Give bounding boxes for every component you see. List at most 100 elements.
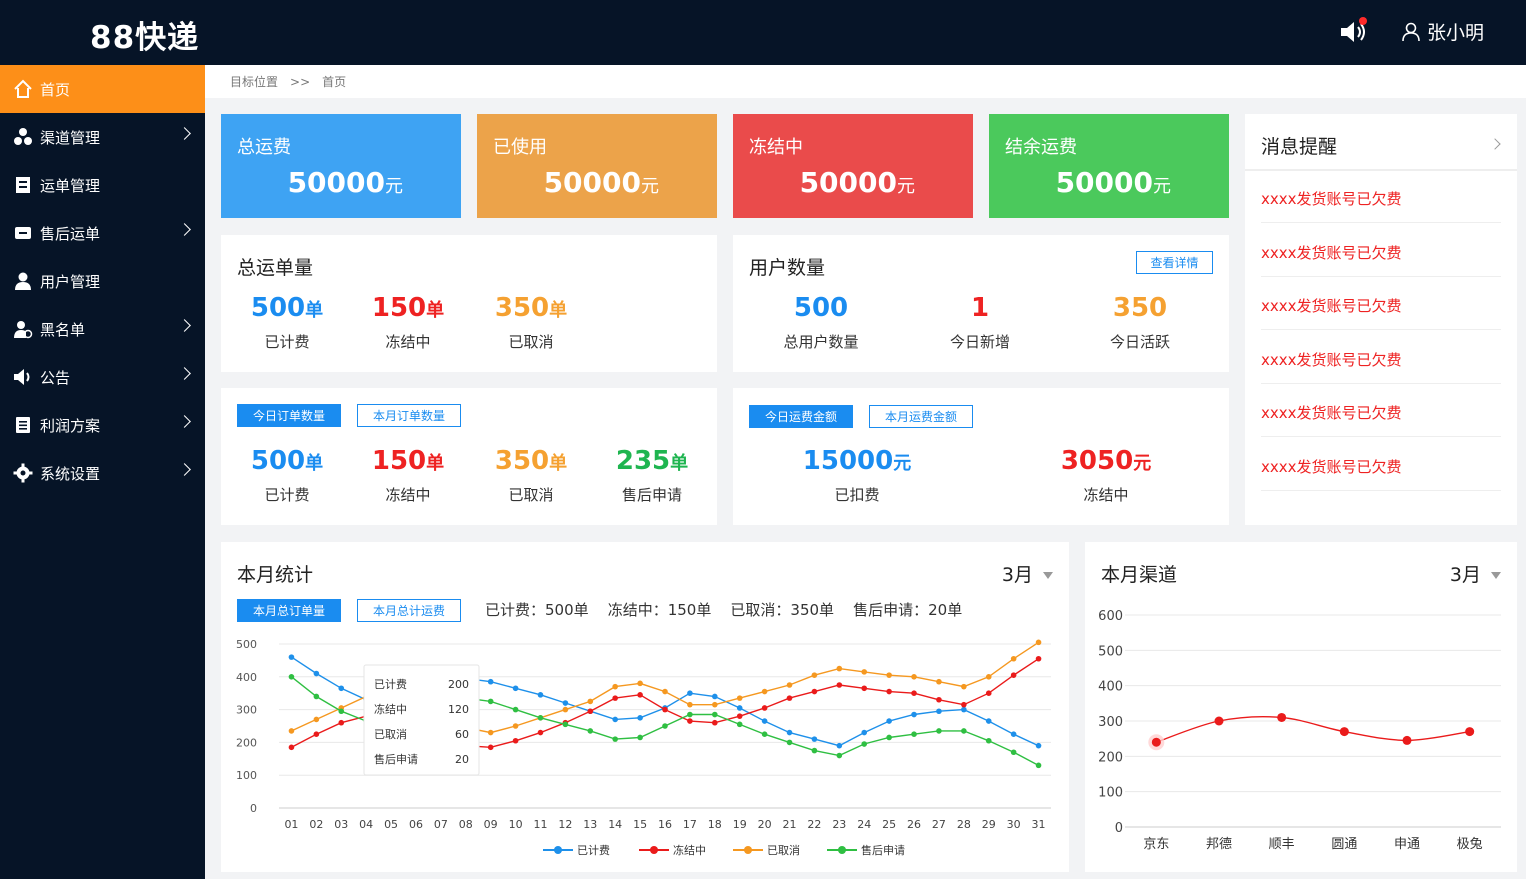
tab-month-orders[interactable]: 本月订单数量: [357, 404, 461, 427]
data-point: [761, 688, 768, 695]
legend-label: 已取消: [767, 843, 800, 857]
stat-label: 结余运费: [1005, 137, 1077, 158]
x-tick-label: 28: [957, 818, 971, 831]
data-point: [487, 729, 494, 736]
sidebar-item-label: 渠道管理: [40, 128, 101, 147]
sidebar-item-2[interactable]: 运单管理: [0, 161, 205, 209]
data-point: [786, 739, 793, 746]
data-point: [786, 729, 793, 736]
legend-label: 已计费: [577, 844, 610, 857]
tab-today-orders[interactable]: 今日订单数量: [237, 404, 341, 427]
data-point: [712, 719, 718, 726]
y-tick-label: 500: [1098, 644, 1123, 659]
data-point: [1465, 727, 1475, 737]
user-icon: [1402, 22, 1420, 41]
data-point: [288, 744, 295, 751]
data-point: [985, 737, 992, 744]
message-item[interactable]: xxxx发货账号已欠费: [1261, 402, 1501, 423]
freight-amount-card: 今日运费金额 本月运费金额 15000元 已扣费 3050元 冻结中: [733, 388, 1229, 525]
legend-marker: [554, 846, 562, 854]
y-tick-label: 400: [1098, 680, 1123, 695]
view-details-button[interactable]: 查看详情: [1136, 251, 1213, 274]
y-tick-label: 200: [236, 736, 257, 749]
y-tick-label: 500: [236, 638, 257, 651]
x-tick-label: 申通: [1394, 837, 1420, 852]
data-point: [512, 723, 519, 729]
data-point: [761, 731, 768, 737]
message-item[interactable]: xxxx发货账号已欠费: [1261, 456, 1501, 477]
sidebar-item-6[interactable]: 公告: [0, 353, 205, 401]
data-point: [786, 695, 793, 701]
x-tick-label: 15: [633, 818, 647, 831]
data-point: [736, 713, 743, 719]
data-point: [1010, 731, 1017, 737]
message-item[interactable]: xxxx发货账号已欠费: [1261, 188, 1501, 209]
x-tick-label: 01: [284, 818, 298, 831]
channel-line-chart: 0 100 200 300 400 500 600 京东 邦德 顺丰 圆通 申通 极兔: [1098, 609, 1501, 852]
legend-label: 冻结中: [673, 843, 706, 857]
sidebar-item-4[interactable]: 用户管理: [0, 257, 205, 305]
waybill-icon: [13, 175, 33, 195]
data-point: [886, 688, 892, 695]
x-tick-label: 09: [484, 818, 498, 831]
sidebar-item-8[interactable]: 系统设置: [0, 449, 205, 497]
sidebar-item-label: 黑名单: [40, 320, 86, 339]
data-point: [687, 701, 693, 708]
breadcrumb: 目标位置 >> 首页: [205, 65, 1526, 98]
y-tick-label: 200: [1098, 750, 1123, 765]
data-point: [936, 696, 942, 703]
sidebar-item-label: 售后运单: [40, 224, 101, 243]
data-point: [1402, 735, 1412, 745]
x-tick-label: 27: [932, 818, 946, 831]
x-tick-label: 22: [807, 818, 821, 831]
stat-label: 总运费: [237, 137, 291, 158]
data-point: [537, 692, 544, 698]
stat-label: 已使用: [493, 137, 547, 158]
x-tick-label: 20: [758, 818, 772, 831]
data-point: [985, 690, 992, 696]
data-point: [338, 685, 345, 692]
tooltip-label: 冻结中: [374, 702, 407, 716]
data-point: [861, 729, 868, 736]
data-point: [761, 718, 768, 724]
data-point: [512, 706, 519, 713]
metric-deducted: 15000元 已扣费: [802, 446, 912, 504]
message-item[interactable]: xxxx发货账号已欠费: [1261, 295, 1501, 316]
monthly-line-chart: 0 100 200 300 400 500 01 02 03 04 05 06 07 08 09 10 11 12…: [236, 638, 1051, 857]
x-tick-label: 04: [359, 818, 373, 831]
chevron-right-icon: [178, 127, 191, 140]
x-tick-label: 11: [533, 818, 547, 831]
data-point: [562, 721, 569, 728]
sidebar-item-0[interactable]: 首页: [0, 65, 205, 113]
data-point: [886, 734, 892, 741]
data-point: [985, 718, 992, 724]
stat-card-1: 已使用 50000元: [477, 114, 717, 218]
sidebar-item-3[interactable]: 售后运单: [0, 209, 205, 257]
data-point: [687, 711, 693, 718]
message-item[interactable]: xxxx发货账号已欠费: [1261, 242, 1501, 263]
message-item[interactable]: xxxx发货账号已欠费: [1261, 349, 1501, 370]
data-point: [512, 685, 519, 692]
data-point: [612, 716, 618, 723]
breadcrumb-root[interactable]: 目标位置: [230, 73, 278, 90]
metric-cancelled: 350单 已取消: [494, 293, 568, 351]
user-menu[interactable]: 张小明: [1401, 18, 1484, 45]
x-tick-label: 26: [907, 818, 921, 831]
x-tick-label: 19: [733, 818, 747, 831]
data-point: [811, 672, 818, 678]
data-point: [1151, 737, 1161, 747]
sidebar-item-7[interactable]: 利润方案: [0, 401, 205, 449]
breadcrumb-current: 首页: [322, 75, 347, 89]
sidebar-item-1[interactable]: 渠道管理: [0, 113, 205, 161]
sidebar-item-5[interactable]: 黑名单: [0, 305, 205, 353]
data-point: [1010, 655, 1017, 662]
notification-dot: [1358, 16, 1367, 25]
data-point: [736, 695, 743, 701]
data-point: [687, 718, 693, 724]
sound-icon[interactable]: [1339, 16, 1373, 45]
tab-today-freight[interactable]: 今日运费金额: [749, 405, 853, 428]
chevron-right-icon[interactable]: [1489, 138, 1501, 150]
tab-month-freight[interactable]: 本月运费金额: [869, 405, 973, 428]
messages-title: 消息提醒: [1261, 136, 1338, 158]
metric-frozen: 150单 冻结中: [371, 446, 445, 504]
